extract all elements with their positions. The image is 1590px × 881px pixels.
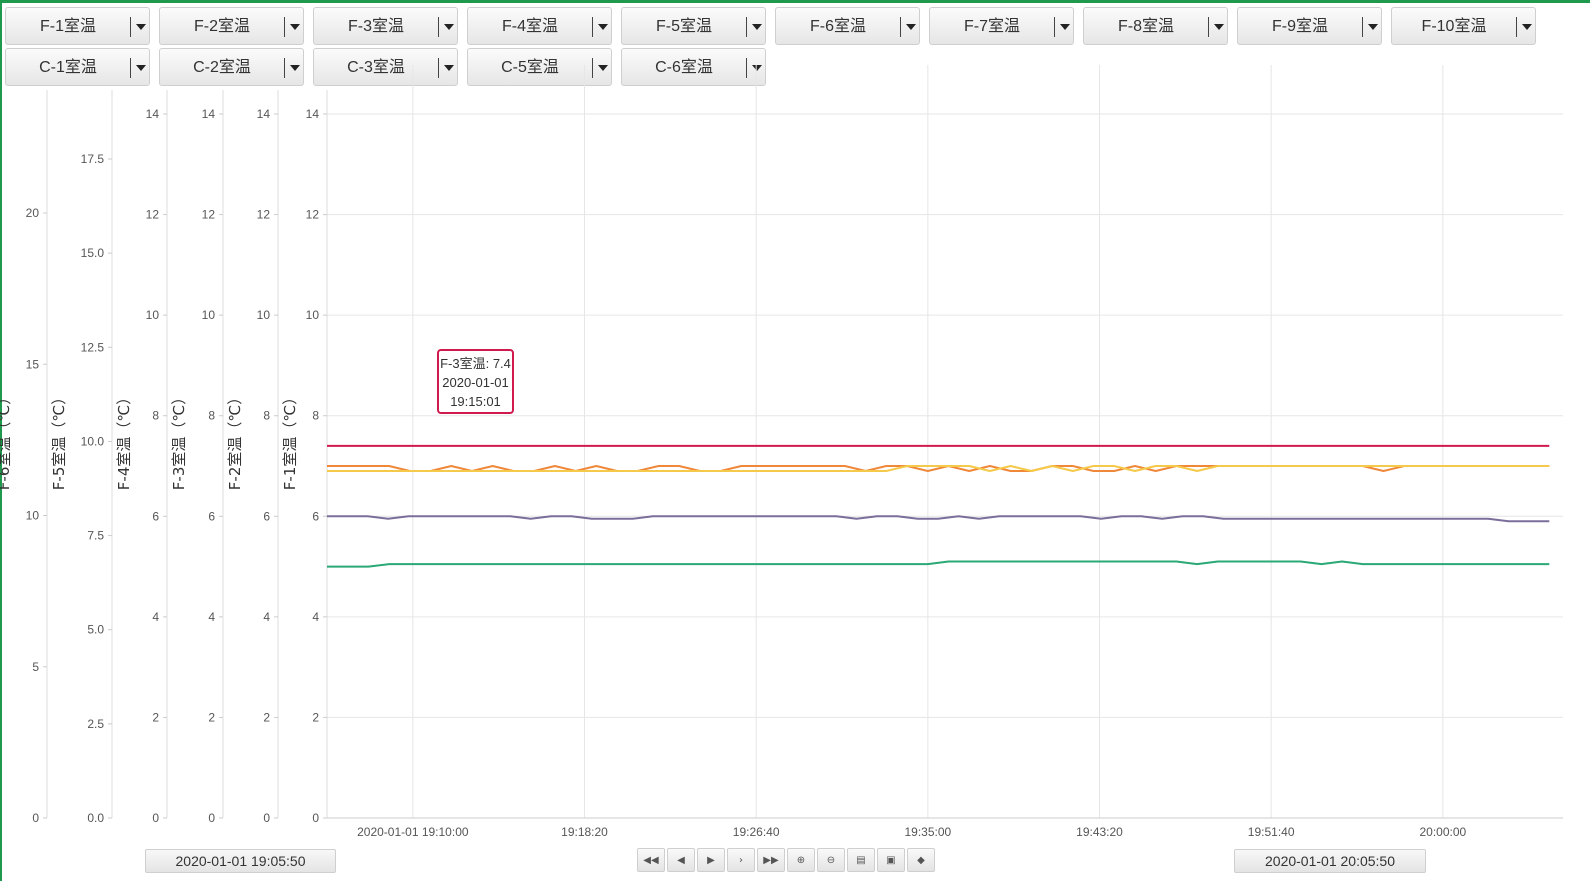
x-tick-label: 19:35:00	[904, 825, 951, 839]
y-tick-label: 10	[26, 509, 40, 523]
y-axis-title: F-4室温（℃）	[115, 390, 133, 490]
chart-tooltip: F-3室温: 7.4 2020-01-01 19:15:01	[437, 349, 514, 414]
series-line	[327, 560, 1550, 568]
y-tick-label: 2	[152, 710, 159, 724]
y-tick-label: 6	[263, 509, 270, 523]
y-tick-label: 14	[202, 107, 216, 121]
zoom-in-icon[interactable]: ⊕	[787, 848, 815, 872]
y-tick-label: 4	[312, 610, 319, 624]
tooltip-date: 2020-01-01	[442, 375, 509, 390]
y-tick-label: 12	[202, 208, 216, 222]
y-tick-label: 12	[306, 208, 320, 222]
series-line	[327, 515, 1550, 523]
y-tick-label: 6	[152, 509, 159, 523]
zoom-out-icon[interactable]: ⊖	[817, 848, 845, 872]
chart-navigation: ◀◀ ◀ ▶ › ▶▶ ⊕ ⊖ ▤ ▣ ◆	[637, 848, 937, 874]
x-tick-label: 19:51:40	[1248, 825, 1295, 839]
y-tick-label: 14	[146, 107, 160, 121]
x-tick-label: 19:18:20	[561, 825, 608, 839]
tooltip-time: 19:15:01	[450, 394, 501, 409]
print-icon[interactable]: ▤	[847, 848, 875, 872]
save-icon[interactable]: ▣	[877, 848, 905, 872]
y-tick-label: 0	[32, 811, 39, 825]
y-tick-label: 14	[257, 107, 271, 121]
y-tick-label: 0	[312, 811, 319, 825]
next-icon[interactable]: ›	[727, 848, 755, 872]
range-end-label[interactable]: 2020-01-01 20:05:50	[1234, 849, 1426, 873]
y-tick-label: 8	[208, 409, 215, 423]
x-tick-label: 2020-01-01 19:10:00	[357, 825, 469, 839]
x-tick-label: 20:00:00	[1419, 825, 1466, 839]
y-axis-title: F-5室温（℃）	[50, 390, 68, 490]
play-icon[interactable]: ▶	[697, 848, 725, 872]
y-tick-label: 12	[146, 208, 160, 222]
y-tick-label: 10	[146, 308, 160, 322]
y-tick-label: 8	[152, 409, 159, 423]
y-tick-label: 6	[208, 509, 215, 523]
y-tick-label: 2	[208, 710, 215, 724]
y-axis-title: F-6室温（℃）	[0, 390, 13, 490]
y-tick-label: 12.5	[81, 340, 105, 354]
y-tick-label: 8	[263, 409, 270, 423]
y-axis-title: F-1室温（℃）	[281, 390, 299, 490]
y-tick-label: 7.5	[87, 529, 104, 543]
y-tick-label: 0	[208, 811, 215, 825]
y-tick-label: 4	[208, 610, 215, 624]
y-tick-label: 8	[312, 409, 319, 423]
y-tick-label: 0.0	[87, 811, 104, 825]
x-tick-label: 19:26:40	[733, 825, 780, 839]
y-tick-label: 2	[312, 710, 319, 724]
y-tick-label: 2	[263, 710, 270, 724]
y-tick-label: 14	[306, 107, 320, 121]
y-tick-label: 20	[26, 206, 40, 220]
temperature-chart[interactable]: 2020-01-01 19:10:00 19:18:20 19:26:40 19:35…	[0, 0, 1590, 881]
y-tick-label: 5.0	[87, 623, 104, 637]
y-tick-label: 10.0	[81, 434, 105, 448]
y-tick-label: 6	[312, 509, 319, 523]
y-tick-label: 17.5	[81, 152, 105, 166]
y-tick-label: 15.0	[81, 246, 105, 260]
y-tick-label: 12	[257, 208, 271, 222]
y-tick-label: 10	[202, 308, 216, 322]
y-tick-label: 10	[257, 308, 271, 322]
last-icon[interactable]: ▶▶	[757, 848, 785, 872]
y-axis-title: F-3室温（℃）	[170, 390, 188, 490]
first-icon[interactable]: ◀◀	[637, 848, 665, 872]
y-tick-label: 15	[26, 357, 40, 371]
y-tick-label: 4	[263, 610, 270, 624]
y-tick-label: 2.5	[87, 717, 104, 731]
y-tick-label: 0	[263, 811, 270, 825]
prev-icon[interactable]: ◀	[667, 848, 695, 872]
y-tick-label: 4	[152, 610, 159, 624]
y-tick-label: 5	[32, 660, 39, 674]
range-start-label[interactable]: 2020-01-01 19:05:50	[145, 849, 336, 873]
y-axis-title: F-2室温（℃）	[226, 390, 244, 490]
tag-icon[interactable]: ◆	[907, 848, 935, 872]
y-tick-label: 10	[306, 308, 320, 322]
y-tick-label: 0	[152, 811, 159, 825]
x-tick-label: 19:43:20	[1076, 825, 1123, 839]
tooltip-series: F-3室温: 7.4	[440, 356, 511, 371]
